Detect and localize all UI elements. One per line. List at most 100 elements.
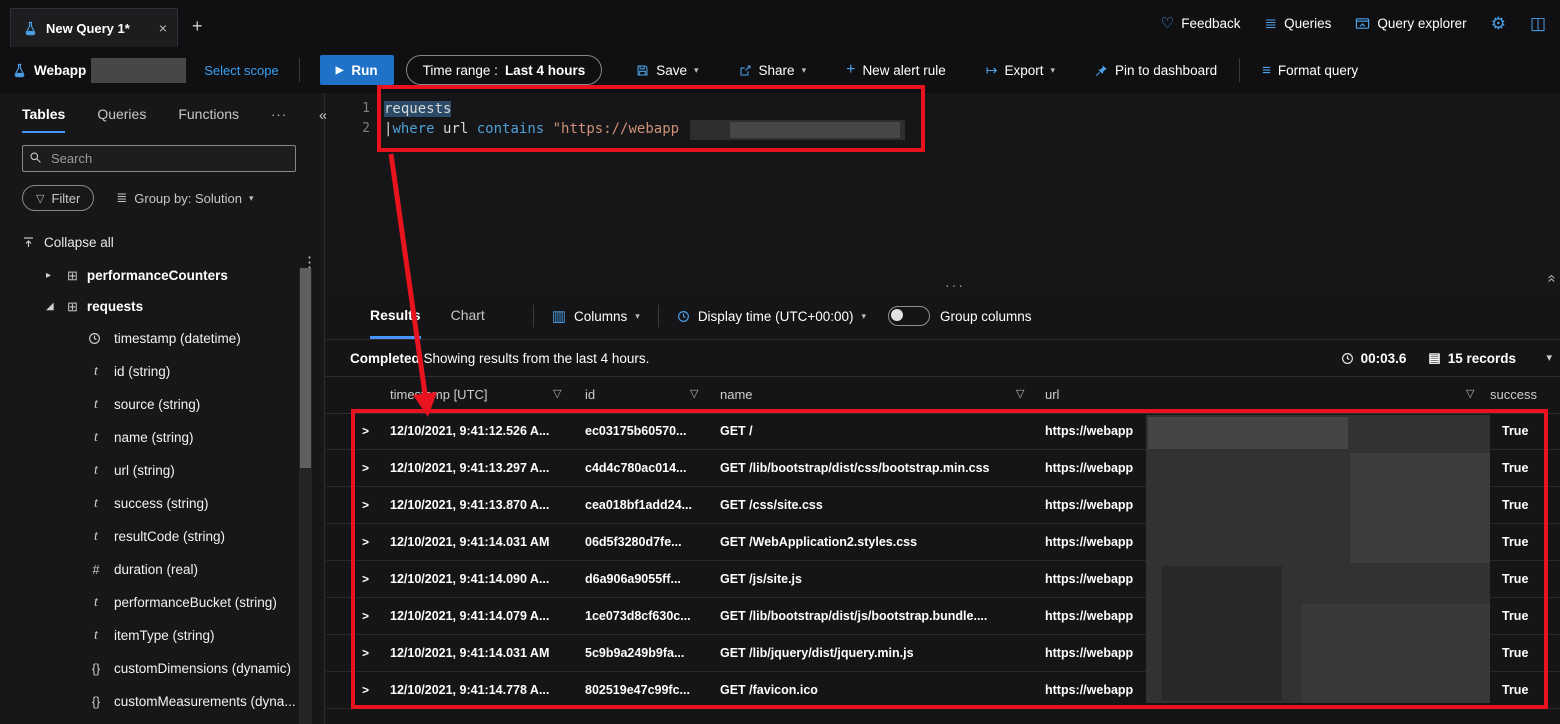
collapse-all-button[interactable]: Collapse all bbox=[22, 235, 324, 250]
new-alert-rule-button[interactable]: + New alert rule bbox=[840, 60, 952, 80]
column-header-id[interactable]: id bbox=[585, 387, 595, 402]
run-label: Run bbox=[351, 62, 378, 78]
expand-row-icon[interactable]: > bbox=[362, 413, 378, 449]
feedback-button[interactable]: ♡ Feedback bbox=[1161, 16, 1241, 31]
share-button[interactable]: Share ▾ bbox=[733, 62, 813, 79]
filter-button[interactable]: ▽ Filter bbox=[22, 185, 95, 211]
export-icon: ↦ bbox=[985, 61, 998, 78]
scrollbar-thumb[interactable] bbox=[300, 268, 311, 468]
cell-name: GET /js/site.js bbox=[720, 572, 802, 586]
table-icon: ⊞ bbox=[67, 267, 78, 283]
save-label: Save bbox=[656, 62, 687, 78]
scope-flask-icon bbox=[14, 63, 25, 77]
tab-title: New Query 1* bbox=[46, 20, 130, 36]
expand-row-icon[interactable]: > bbox=[362, 450, 378, 486]
filter-funnel-icon[interactable]: ▽ bbox=[1016, 387, 1024, 400]
chevron-expanded-icon[interactable]: ◢ bbox=[46, 301, 58, 312]
expand-row-icon[interactable]: > bbox=[362, 561, 378, 597]
expand-row-icon[interactable]: > bbox=[362, 598, 378, 634]
tab-tables[interactable]: Tables bbox=[22, 106, 66, 133]
gear-icon[interactable]: ⚙ bbox=[1491, 15, 1506, 32]
share-icon bbox=[740, 65, 751, 75]
clock-icon bbox=[677, 310, 690, 323]
pin-to-dashboard-button[interactable]: Pin to dashboard bbox=[1089, 62, 1223, 79]
status-completed: Completed. bbox=[350, 350, 424, 366]
line-number: 1 bbox=[362, 101, 370, 116]
columns-dropdown[interactable]: ▥ Columns ▾ bbox=[552, 307, 640, 325]
tree-field-id[interactable]: t id (string) bbox=[0, 355, 324, 388]
group-columns-toggle[interactable] bbox=[888, 306, 931, 326]
tree-field-custommeasurements[interactable]: {} customMeasurements (dyna... bbox=[0, 685, 324, 718]
sidebar-scrollbar[interactable] bbox=[299, 268, 312, 724]
elapsed-time: 00:03.6 bbox=[1341, 351, 1406, 366]
select-scope-link[interactable]: Select scope bbox=[204, 63, 278, 78]
query-explorer-button[interactable]: Query explorer bbox=[1355, 16, 1467, 31]
expand-results-icon[interactable]: ▾ bbox=[1546, 351, 1552, 364]
export-button[interactable]: ↦ Export ▾ bbox=[980, 61, 1061, 80]
display-time-dropdown[interactable]: Display time (UTC+00:00) ▾ bbox=[677, 309, 866, 324]
search-input[interactable] bbox=[22, 145, 296, 172]
tree-field-success[interactable]: t success (string) bbox=[0, 487, 324, 520]
chevron-down-icon: ▾ bbox=[248, 192, 254, 203]
field-label: timestamp (datetime) bbox=[114, 331, 241, 346]
group-by-dropdown[interactable]: ≣ Group by: Solution ▾ bbox=[116, 190, 253, 206]
time-range-picker[interactable]: Time range : Last 4 hours bbox=[405, 55, 603, 85]
search-icon bbox=[30, 152, 41, 163]
tree-field-resultcode[interactable]: t resultCode (string) bbox=[0, 520, 324, 553]
filter-funnel-icon: ▽ bbox=[36, 192, 45, 205]
redaction-block bbox=[91, 57, 187, 83]
filter-funnel-icon[interactable]: ▽ bbox=[1466, 387, 1474, 400]
tab-functions[interactable]: Functions bbox=[178, 106, 239, 133]
expand-row-icon[interactable]: > bbox=[362, 524, 378, 560]
chevron-right-icon[interactable]: ▸ bbox=[46, 270, 58, 281]
tree-field-timestamp[interactable]: timestamp (datetime) bbox=[0, 322, 324, 355]
expand-row-icon[interactable]: > bbox=[362, 672, 378, 708]
save-button[interactable]: Save ▾ bbox=[630, 62, 704, 79]
tab-results[interactable]: Results bbox=[370, 293, 421, 339]
group-by-icon: ≣ bbox=[116, 190, 128, 205]
expand-row-icon[interactable]: > bbox=[362, 635, 378, 671]
tree-field-customdimensions[interactable]: {} customDimensions (dynamic) bbox=[0, 652, 324, 685]
tree-field-source[interactable]: t source (string) bbox=[0, 388, 324, 421]
chevron-down-icon: ▾ bbox=[694, 64, 699, 75]
field-label: id (string) bbox=[114, 364, 171, 379]
side-panel-icon[interactable]: ◫ bbox=[1530, 15, 1546, 32]
tree-table-performancecounters[interactable]: ▸ ⊞ performanceCounters bbox=[0, 260, 324, 291]
tree-field-name[interactable]: t name (string) bbox=[0, 421, 324, 454]
query-tab[interactable]: New Query 1* × bbox=[10, 8, 178, 47]
run-button[interactable]: ▶ Run bbox=[319, 55, 394, 85]
tree-field-performancebucket[interactable]: t performanceBucket (string) bbox=[0, 586, 324, 619]
tree-field-url[interactable]: t url (string) bbox=[0, 454, 324, 487]
query-editor[interactable]: 1 requests 2 |where url contains "https:… bbox=[326, 93, 1560, 293]
collapse-editor-icon[interactable]: « bbox=[1543, 274, 1560, 282]
filter-funnel-icon[interactable]: ▽ bbox=[553, 387, 561, 400]
new-tab-button[interactable]: + bbox=[192, 16, 203, 37]
panel-resize-handle[interactable]: ··· bbox=[945, 277, 965, 293]
overflow-menu-icon[interactable]: ··· bbox=[271, 107, 287, 133]
column-header-name[interactable]: name bbox=[720, 387, 753, 402]
tab-queries[interactable]: Queries bbox=[97, 106, 146, 133]
string-type-icon: t bbox=[94, 528, 98, 544]
column-header-url[interactable]: url bbox=[1045, 387, 1059, 402]
pin-icon bbox=[1095, 64, 1107, 76]
cell-name: GET / bbox=[720, 424, 753, 438]
export-label: Export bbox=[1004, 62, 1044, 78]
field-label: itemType (string) bbox=[114, 628, 215, 643]
play-icon: ▶ bbox=[335, 64, 344, 76]
queries-button[interactable]: ≣ Queries bbox=[1265, 16, 1332, 31]
display-time-label: Display time (UTC+00:00) bbox=[697, 308, 854, 324]
filter-funnel-icon[interactable]: ▽ bbox=[690, 387, 698, 400]
column-header-timestamp[interactable]: timestamp [UTC] bbox=[390, 387, 488, 402]
topbar: New Query 1* × + ♡ Feedback ≣ Queries Qu… bbox=[0, 0, 1560, 47]
column-header-success[interactable]: success bbox=[1490, 387, 1537, 402]
tree-field-duration[interactable]: # duration (real) bbox=[0, 553, 324, 586]
query-explorer-label: Query explorer bbox=[1377, 16, 1467, 31]
number-type-icon: # bbox=[92, 562, 100, 577]
tree-table-requests[interactable]: ◢ ⊞ requests bbox=[0, 291, 324, 322]
tab-chart[interactable]: Chart bbox=[451, 293, 485, 339]
tree-field-itemtype[interactable]: t itemType (string) bbox=[0, 619, 324, 652]
cell-timestamp: 12/10/2021, 9:41:13.297 A... bbox=[390, 461, 550, 475]
format-query-button[interactable]: ≡ Format query bbox=[1256, 61, 1364, 80]
close-tab-icon[interactable]: × bbox=[159, 20, 167, 36]
expand-row-icon[interactable]: > bbox=[362, 487, 378, 523]
